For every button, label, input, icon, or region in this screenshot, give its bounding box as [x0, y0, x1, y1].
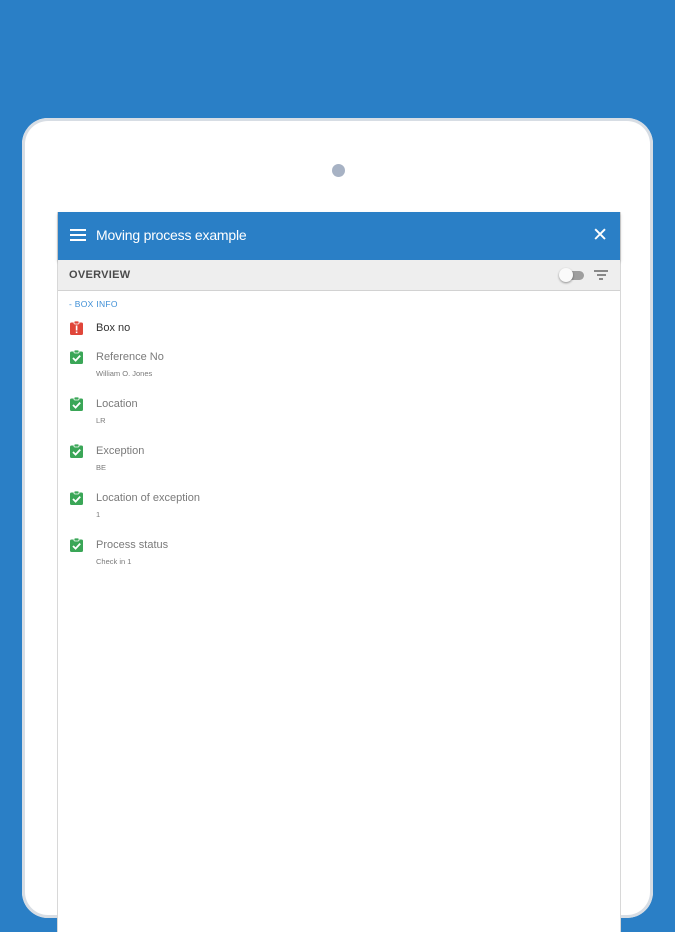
field-label: Exception	[96, 445, 145, 457]
overview-bar: OVERVIEW	[58, 260, 620, 291]
filter-icon[interactable]	[594, 270, 608, 281]
app-title: Moving process example	[96, 227, 247, 243]
close-icon[interactable]: ✕	[592, 226, 608, 245]
tablet-frame: Moving process example ✕ OVERVIEW - BOX …	[22, 118, 653, 932]
field-label: Location of exception	[96, 492, 200, 504]
section-header-box-info[interactable]: - BOX INFO	[69, 299, 118, 309]
field-label: Reference No	[96, 351, 164, 363]
clipboard-alert-icon	[70, 321, 83, 335]
field-label: Location	[96, 398, 138, 410]
field-value: William O. Jones	[96, 369, 153, 378]
toggle-thumb	[559, 268, 573, 282]
clipboard-check-icon	[70, 538, 83, 552]
overview-title: OVERVIEW	[69, 269, 131, 281]
clipboard-check-icon	[70, 350, 83, 364]
camera-icon	[332, 164, 345, 177]
field-value: BE	[96, 463, 107, 472]
overview-toggle[interactable]	[559, 268, 585, 282]
field-value: 1	[96, 510, 101, 519]
field-value: Check in 1	[96, 557, 132, 566]
field-value: LR	[96, 416, 106, 425]
app-bar: Moving process example ✕	[58, 212, 620, 260]
menu-icon[interactable]	[70, 229, 86, 243]
clipboard-check-icon	[70, 397, 83, 411]
app-screen: Moving process example ✕ OVERVIEW - BOX …	[57, 212, 621, 932]
field-label: Box no	[96, 322, 131, 334]
clipboard-check-icon	[70, 491, 83, 505]
field-label: Process status	[96, 539, 169, 551]
clipboard-check-icon	[70, 444, 83, 458]
